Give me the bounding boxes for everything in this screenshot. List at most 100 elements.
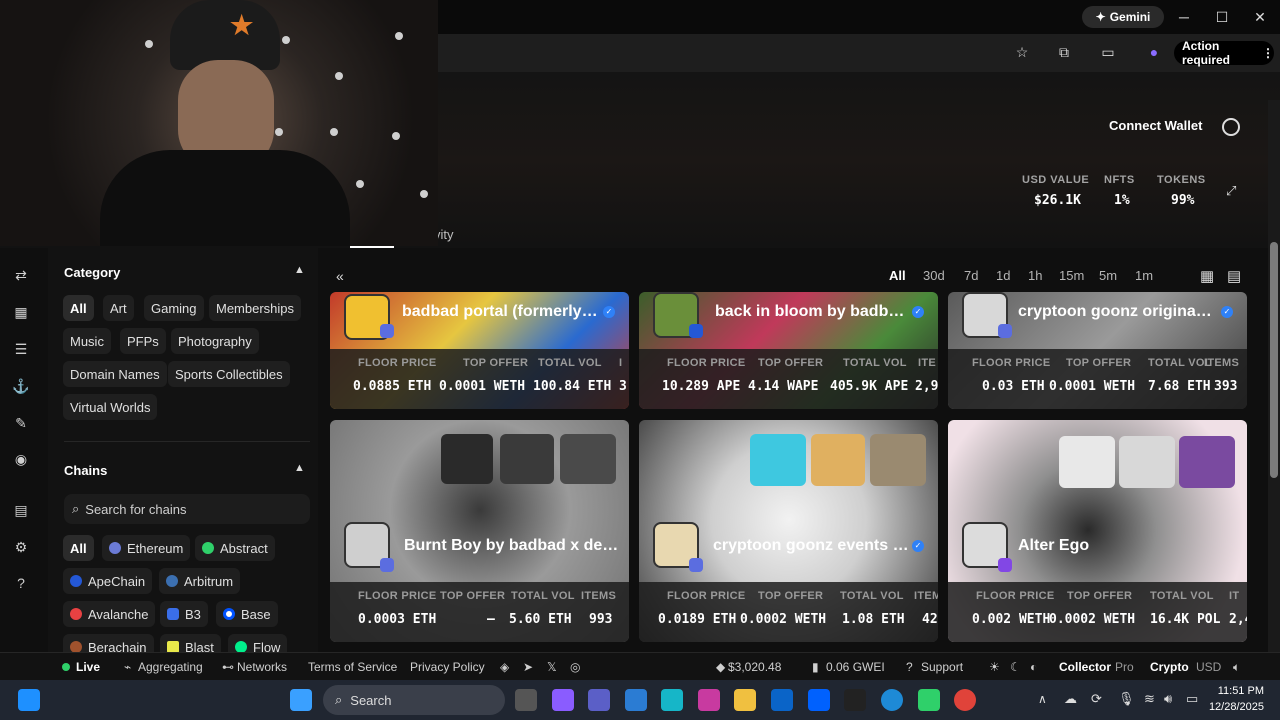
close-button[interactable]: ✕	[1248, 6, 1272, 28]
widgets-icon[interactable]	[18, 689, 40, 711]
chain-abstract[interactable]: Abstract	[195, 535, 275, 561]
list-icon[interactable]: ☰	[12, 341, 30, 359]
cast-icon[interactable]: ▭	[1098, 44, 1118, 62]
dark-mode-icon[interactable]: ☾	[1010, 660, 1021, 674]
calendar-icon[interactable]: ▦	[12, 304, 30, 322]
swap-icon[interactable]: ⇄	[12, 267, 30, 285]
action-required-button[interactable]: Action required ⋮	[1174, 39, 1274, 67]
chevron-up-icon[interactable]: ∧	[1038, 692, 1047, 706]
category-photography[interactable]: Photography	[171, 328, 259, 354]
terms-link[interactable]: Terms of Service	[308, 660, 397, 674]
timeframe-1h[interactable]: 1h	[1028, 268, 1042, 283]
teams-icon[interactable]	[588, 689, 610, 711]
chevron-up-icon[interactable]: ▲	[294, 264, 305, 276]
mic-icon[interactable]: 🎙︎	[1118, 691, 1135, 707]
collapse-sidebar-icon[interactable]: «	[336, 268, 344, 284]
instagram-icon[interactable]: ◎	[570, 660, 580, 674]
maximize-button[interactable]: ☐	[1210, 6, 1234, 28]
app-icon[interactable]	[661, 689, 683, 711]
chain-base[interactable]: Base	[216, 601, 278, 627]
scrollbar-thumb[interactable]	[1270, 242, 1278, 478]
collection-card[interactable]: cryptoon goonz originals... ✓ FLOOR PRIC…	[948, 292, 1247, 409]
collection-card[interactable]: cryptoon goonz events b... ✓ FLOOR PRICE…	[639, 420, 938, 642]
user-icon[interactable]: ◉	[12, 451, 30, 469]
chain-b3[interactable]: B3	[160, 601, 208, 627]
category-virtual-worlds[interactable]: Virtual Worlds	[63, 394, 158, 420]
volume-icon[interactable]: 🔈︎	[1233, 660, 1240, 675]
support-link[interactable]: Support	[921, 660, 963, 674]
timeframe-15m[interactable]: 15m	[1059, 268, 1084, 283]
chain-arbitrum[interactable]: Arbitrum	[159, 568, 241, 594]
category-gaming[interactable]: Gaming	[144, 295, 204, 321]
chain-ethereum[interactable]: Ethereum	[102, 535, 191, 561]
account-icon[interactable]	[1222, 118, 1240, 136]
chain-flow[interactable]: Flow	[228, 634, 288, 652]
timeframe-1d[interactable]: 1d	[996, 268, 1010, 283]
timeframe-all[interactable]: All	[889, 268, 906, 283]
sync-icon[interactable]: ⟳	[1091, 691, 1102, 707]
telegram-icon[interactable]: ➤	[523, 660, 533, 674]
chevron-up-icon[interactable]: ▲	[294, 462, 305, 474]
timeframe-5m[interactable]: 5m	[1099, 268, 1117, 283]
profile-icon[interactable]: ●	[1144, 44, 1164, 62]
chain-search-input[interactable]: ⌕ Search for chains	[64, 494, 310, 524]
x-icon[interactable]: 𝕏	[547, 660, 557, 674]
category-all[interactable]: All	[63, 295, 94, 321]
networks-link[interactable]: Networks	[237, 660, 287, 674]
auto-mode-icon[interactable]: ◐	[1030, 660, 1037, 674]
outlook-icon[interactable]	[771, 689, 793, 711]
collection-card[interactable]: Alter Ego FLOOR PRICE TOP OFFER TOTAL VO…	[948, 420, 1247, 642]
collection-card[interactable]: Burnt Boy by badbad x dee... FLOOR PRICE…	[330, 420, 629, 642]
category-domain-names[interactable]: Domain Names	[63, 361, 167, 387]
taskbar-search[interactable]: ⌕ Search	[323, 685, 505, 715]
timeframe-30d[interactable]: 30d	[923, 268, 945, 283]
category-pfps[interactable]: PFPs	[120, 328, 166, 354]
usd-toggle[interactable]: USD	[1196, 660, 1221, 674]
crypto-toggle[interactable]: Crypto	[1150, 660, 1189, 674]
dropbox-icon[interactable]	[808, 689, 830, 711]
clock-time[interactable]: 11:51 PM	[1214, 685, 1264, 697]
category-memberships[interactable]: Memberships	[209, 295, 302, 321]
gemini-button[interactable]: ✦ Gemini	[1082, 6, 1164, 28]
grid-view-icon[interactable]: ▦	[1200, 267, 1214, 285]
chain-blast[interactable]: Blast	[160, 634, 221, 652]
list-view-icon[interactable]: ▤	[1227, 267, 1241, 285]
clock-date[interactable]: 12/28/2025	[1208, 701, 1264, 713]
app-green-icon[interactable]	[918, 689, 940, 711]
minimize-button[interactable]: ─	[1172, 6, 1196, 28]
aggregating-link[interactable]: Aggregating	[138, 660, 203, 674]
category-art[interactable]: Art	[103, 295, 134, 321]
collector-toggle[interactable]: Collector	[1059, 660, 1111, 674]
copilot-icon[interactable]	[552, 689, 574, 711]
onedrive-icon[interactable]: ☁	[1064, 691, 1077, 707]
battery-icon[interactable]: ▭	[1186, 691, 1198, 707]
edge-icon[interactable]	[881, 689, 903, 711]
app-bolt-icon[interactable]	[844, 689, 866, 711]
chrome-icon[interactable]	[954, 689, 976, 711]
start-icon[interactable]	[290, 689, 312, 711]
category-sports-collectibles[interactable]: Sports Collectibles	[168, 361, 290, 387]
collection-card[interactable]: back in bloom by badbad... ✓ FLOOR PRICE…	[639, 292, 938, 409]
collection-card[interactable]: badbad portal (formerly ... ✓ FLOOR PRIC…	[330, 292, 629, 409]
light-mode-icon[interactable]: ☀	[989, 660, 1000, 674]
connect-wallet-button[interactable]: Connect Wallet	[1109, 118, 1202, 133]
help-icon[interactable]: ?	[12, 575, 30, 593]
copilot-app-icon[interactable]	[698, 689, 720, 711]
privacy-link[interactable]: Privacy Policy	[410, 660, 485, 674]
timeframe-1m[interactable]: 1m	[1135, 268, 1153, 283]
file-explorer-icon[interactable]	[734, 689, 756, 711]
settings-icon[interactable]: ⚙	[12, 539, 30, 557]
task-view-icon[interactable]	[515, 689, 537, 711]
timeframe-7d[interactable]: 7d	[964, 268, 978, 283]
chain-all[interactable]: All	[63, 535, 94, 561]
chain-apechain[interactable]: ApeChain	[63, 568, 153, 594]
pen-icon[interactable]: ✎	[12, 415, 30, 433]
category-music[interactable]: Music	[63, 328, 111, 354]
chain-avalanche[interactable]: Avalanche	[63, 601, 156, 627]
extensions-icon[interactable]: ⧉	[1054, 44, 1074, 62]
store-icon[interactable]	[625, 689, 647, 711]
pro-toggle[interactable]: Pro	[1115, 660, 1134, 674]
wifi-icon[interactable]: ≋	[1144, 691, 1155, 707]
document-icon[interactable]: ▤	[12, 502, 30, 520]
chain-berachain[interactable]: Berachain	[63, 634, 154, 652]
